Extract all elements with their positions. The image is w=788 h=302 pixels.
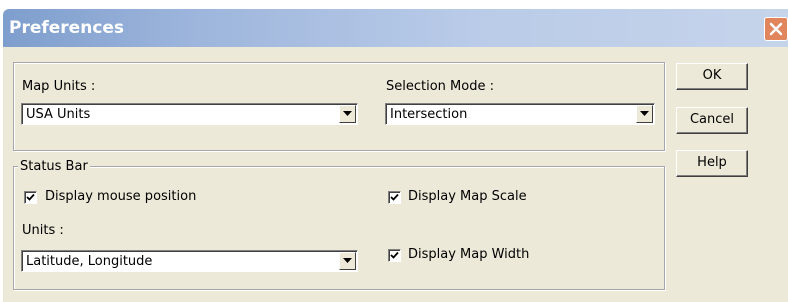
display-map-width-checkbox[interactable] <box>388 249 401 262</box>
checkmark-icon <box>390 251 399 259</box>
checkmark-icon <box>26 193 35 201</box>
map-units-label: Map Units : <box>22 79 96 94</box>
units-value: Latitude, Longitude <box>26 254 153 269</box>
map-units-dropdown-button[interactable] <box>339 105 356 123</box>
status-bar-group-label: Status Bar <box>18 159 90 174</box>
checkmark-icon <box>390 193 399 201</box>
map-units-dropdown[interactable]: USA Units <box>21 103 358 125</box>
selection-mode-label: Selection Mode : <box>386 79 494 94</box>
dropdown-arrow-icon <box>343 111 352 116</box>
display-mouse-position-label[interactable]: Display mouse position <box>45 189 196 204</box>
window-title: Preferences <box>9 18 125 38</box>
close-x-icon <box>769 22 783 36</box>
preferences-dialog: Preferences Map Units : USA Units Select… <box>3 9 788 302</box>
units-dropdown[interactable]: Latitude, Longitude <box>21 250 358 272</box>
display-map-width-label[interactable]: Display Map Width <box>408 247 529 262</box>
map-units-value: USA Units <box>26 107 91 122</box>
units-label: Units : <box>22 223 64 238</box>
dropdown-arrow-icon <box>343 258 352 263</box>
display-mouse-position-checkbox[interactable] <box>24 191 37 204</box>
display-map-scale-checkbox[interactable] <box>388 191 401 204</box>
help-button[interactable]: Help <box>676 150 748 177</box>
display-map-scale-label[interactable]: Display Map Scale <box>408 189 527 204</box>
selection-mode-value: Intersection <box>390 107 468 122</box>
dropdown-arrow-icon <box>640 111 649 116</box>
cancel-button[interactable]: Cancel <box>676 107 748 134</box>
ok-button[interactable]: OK <box>676 63 748 90</box>
close-button[interactable] <box>764 17 788 41</box>
selection-mode-dropdown-button[interactable] <box>636 105 653 123</box>
units-dropdown-button[interactable] <box>339 252 356 270</box>
title-bar[interactable]: Preferences <box>3 9 788 47</box>
selection-mode-dropdown[interactable]: Intersection <box>385 103 655 125</box>
